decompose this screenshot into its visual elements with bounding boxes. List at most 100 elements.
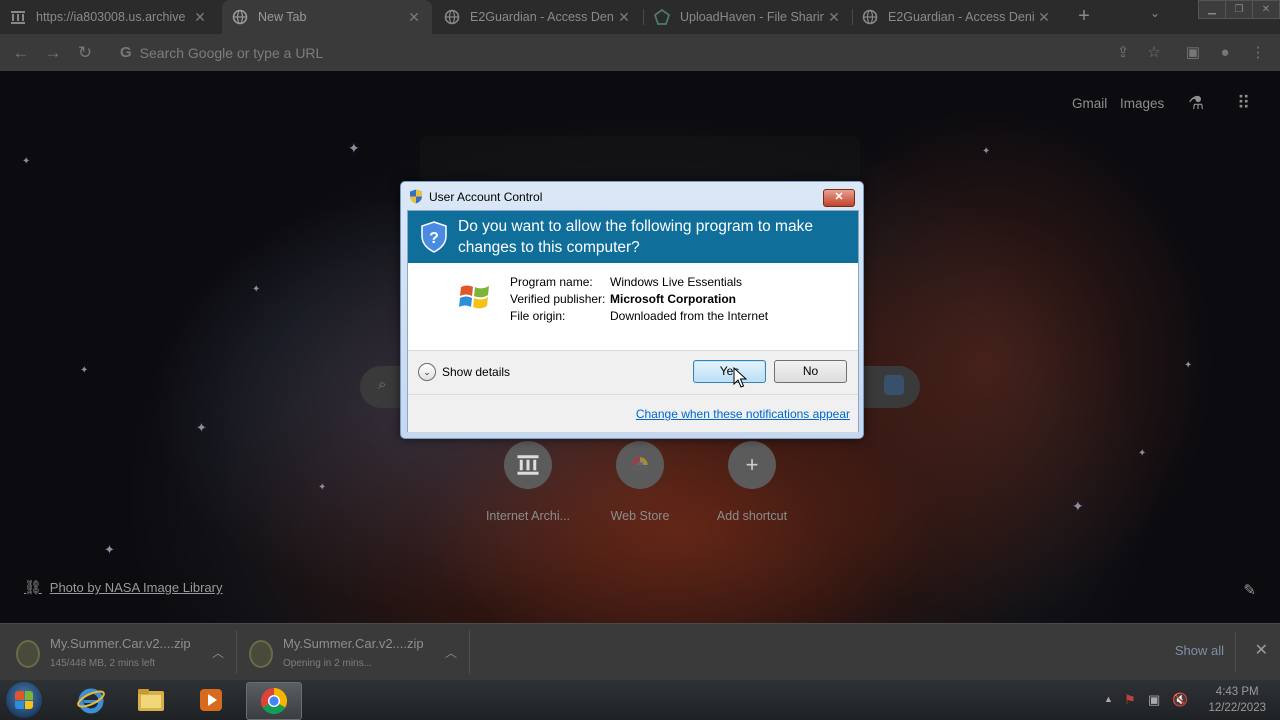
omnibox-placeholder: Search Google or type a URL [139, 44, 324, 61]
clock-date: 12/22/2023 [1208, 702, 1266, 714]
minimize-icon[interactable]: ▁ [1198, 0, 1226, 19]
link-icon: ⛓ [24, 579, 42, 595]
star: ✦ [1184, 360, 1193, 371]
star: ✦ [104, 542, 115, 557]
show-hidden-icons-icon[interactable]: ▲ [1104, 694, 1113, 704]
menu-kebab-icon[interactable]: ⋮ [1247, 42, 1269, 64]
download-item[interactable]: My.Summer.Car.v2....zip 145/448 MB, 2 mi… [16, 632, 236, 672]
shortcut-internet-archive[interactable]: Internet Archi... [472, 441, 584, 523]
tab-archive[interactable]: https://ia803008.us.archive ✕ [0, 0, 218, 34]
yes-button[interactable]: Yes [693, 360, 766, 383]
chevron-up-icon[interactable]: ︿ [212, 644, 224, 661]
back-arrow-icon[interactable]: ← [10, 42, 32, 64]
star: ✦ [1072, 498, 1084, 514]
window-close-icon[interactable]: ✕ [1252, 0, 1280, 19]
download-status: Opening in 2 mins... [283, 658, 372, 669]
svg-text:?: ? [429, 230, 439, 247]
zip-file-icon [249, 640, 273, 668]
new-tab-button[interactable]: + [1072, 4, 1096, 28]
uac-header: ? Do you want to allow the following pro… [408, 211, 858, 263]
explorer-taskbar[interactable] [124, 682, 178, 718]
bookmark-star-icon[interactable]: ☆ [1143, 42, 1165, 64]
clock-time: 4:43 PM [1215, 686, 1259, 698]
show-details-toggle[interactable]: ⌄ Show details [418, 363, 510, 381]
change-notifications-link[interactable]: Change when these notifications appear [636, 407, 850, 421]
system-tray: ▲ ⚑ ▣ 🔇 4:43 PM 12/22/2023 [1080, 680, 1280, 720]
customize-pencil-icon[interactable]: ✎ [1243, 581, 1256, 599]
shortcut-add[interactable]: + Add shortcut [696, 441, 808, 523]
labs-flask-icon[interactable]: ⚗ [1188, 93, 1204, 114]
download-status: 145/448 MB, 2 mins left [50, 658, 156, 669]
uac-shield-icon [410, 189, 422, 204]
info-key: Verified publisher: [510, 292, 606, 306]
info-row-file-origin: File origin: Downloaded from the Interne… [510, 309, 768, 323]
uploadhaven-icon [653, 8, 671, 25]
tab-title: https://ia803008.us.archive [36, 10, 186, 24]
photo-credit-link[interactable]: Photo by NASA Image Library [50, 580, 223, 595]
tab-close-icon[interactable]: ✕ [1034, 9, 1054, 26]
close-shelf-icon[interactable]: ✕ [1255, 640, 1268, 660]
download-item[interactable]: My.Summer.Car.v2....zip Opening in 2 min… [249, 632, 469, 672]
volume-muted-icon[interactable]: 🔇 [1172, 692, 1188, 708]
globe-icon [444, 9, 460, 25]
uac-question: Do you want to allow the following progr… [458, 218, 813, 256]
uac-dialog: User Account Control ✕ ? Do you want to … [400, 181, 864, 439]
uac-titlebar: User Account Control [409, 189, 542, 204]
folder-icon [138, 689, 164, 711]
profile-icon[interactable]: ● [1214, 42, 1236, 64]
browser-tab-strip: https://ia803008.us.archive ✕ New Tab ✕ … [0, 0, 1280, 34]
show-details-label: Show details [442, 365, 511, 379]
no-button[interactable]: No [774, 360, 847, 383]
tab-e2guardian-1[interactable]: E2Guardian - Access Denie ✕ [434, 0, 642, 34]
chrome-icon [260, 687, 288, 715]
internet-explorer-taskbar[interactable] [64, 682, 118, 718]
globe-icon [232, 9, 248, 25]
tab-close-icon[interactable]: ✕ [824, 9, 844, 26]
media-player-taskbar[interactable] [184, 682, 238, 718]
uac-window-title: User Account Control [429, 189, 543, 204]
download-name: My.Summer.Car.v2....zip [50, 636, 191, 651]
mouse-cursor-icon [733, 367, 747, 388]
share-icon[interactable]: ⇪ [1112, 42, 1134, 64]
uac-actions: ⌄ Show details Yes No [408, 350, 858, 394]
omnibox[interactable]: G Search Google or type a URL [110, 38, 1110, 67]
uac-close-button[interactable]: ✕ [823, 189, 855, 207]
apps-grid-icon[interactable]: ⠿ [1237, 93, 1250, 114]
chrome-taskbar[interactable] [246, 682, 302, 720]
show-all-button[interactable]: Show all [1175, 643, 1224, 658]
search-icon: ⌕ [378, 376, 387, 393]
start-button[interactable] [6, 682, 42, 718]
uac-question-shield-icon: ? [421, 221, 447, 253]
star: ✦ [348, 140, 360, 156]
action-center-flag-icon[interactable]: ⚑ [1124, 692, 1136, 708]
photo-credit[interactable]: ⛓ Photo by NASA Image Library [24, 579, 222, 596]
tab-search-chevron-icon[interactable]: ⌄ [1150, 6, 1160, 20]
reload-icon[interactable]: ↻ [74, 42, 96, 64]
tab-close-icon[interactable]: ✕ [614, 9, 634, 26]
info-value: Microsoft Corporation [610, 292, 736, 306]
uac-body: ? Do you want to allow the following pro… [407, 210, 859, 432]
shortcut-web-store[interactable]: Web Store [584, 441, 696, 523]
uac-program-info: Program name: Windows Live Essentials Ve… [408, 263, 858, 350]
star: ✦ [252, 284, 261, 295]
gmail-link[interactable]: Gmail [1072, 96, 1107, 111]
internet-explorer-icon [77, 688, 105, 714]
globe-icon [862, 9, 878, 25]
tab-new-tab[interactable]: New Tab ✕ [222, 0, 432, 34]
tab-close-icon[interactable]: ✕ [190, 9, 210, 26]
side-panel-icon[interactable]: ▣ [1182, 42, 1204, 64]
download-separator [236, 630, 237, 674]
google-lens-icon[interactable] [884, 375, 904, 395]
network-icon[interactable]: ▣ [1148, 692, 1160, 708]
restore-icon[interactable]: ❐ [1225, 0, 1253, 19]
images-link[interactable]: Images [1120, 96, 1164, 111]
star: ✦ [318, 482, 327, 493]
tab-uploadhaven[interactable]: UploadHaven - File Sharing ✕ [644, 0, 852, 34]
taskbar-clock[interactable]: 4:43 PM 12/22/2023 [1208, 684, 1266, 716]
tab-e2guardian-2[interactable]: E2Guardian - Access Denie ✕ [852, 0, 1062, 34]
forward-arrow-icon[interactable]: → [42, 42, 64, 64]
star: ✦ [22, 156, 31, 167]
tab-close-icon[interactable]: ✕ [404, 9, 424, 26]
download-shelf: My.Summer.Car.v2....zip 145/448 MB, 2 mi… [0, 623, 1280, 681]
chevron-up-icon[interactable]: ︿ [445, 644, 457, 661]
